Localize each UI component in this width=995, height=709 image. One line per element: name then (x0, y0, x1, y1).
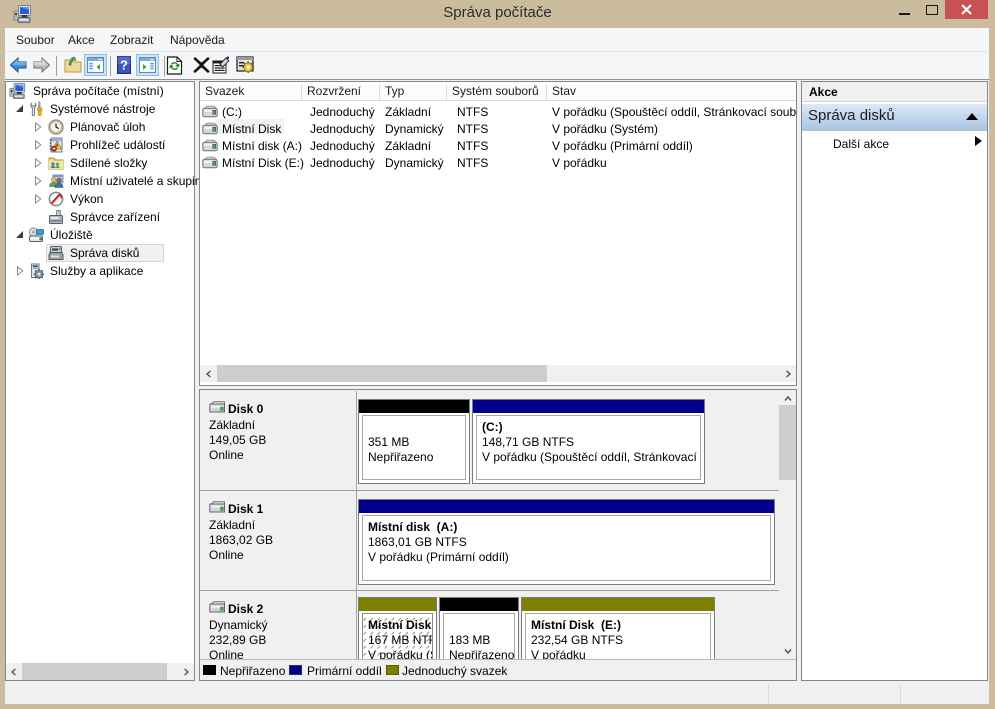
svg-text:?: ? (120, 58, 128, 73)
